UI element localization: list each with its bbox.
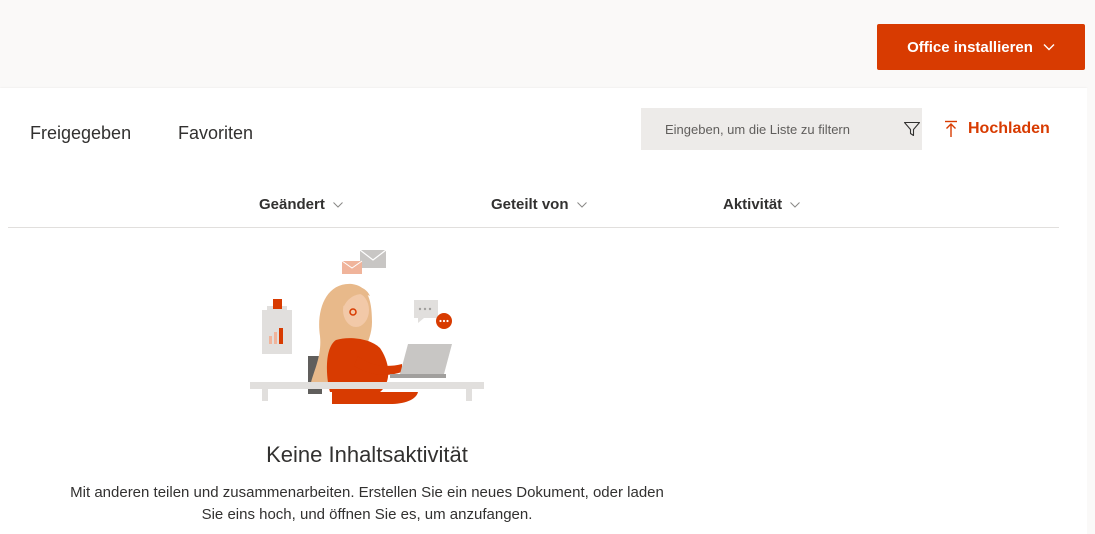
upload-button[interactable]: Hochladen [944,118,1050,140]
filter-input[interactable] [665,121,903,137]
empty-state-description: Mit anderen teilen und zusammenarbeiten.… [0,482,734,526]
empty-state-line-1: Mit anderen teilen und zusammenarbeiten.… [70,484,664,501]
chevron-down-icon [790,201,801,208]
tab-shared[interactable]: Freigegeben [30,123,131,144]
column-header-activity[interactable]: Aktivität [723,196,801,213]
column-modified-label: Geändert [259,196,325,213]
chevron-down-icon [333,201,343,208]
empty-state-line-2: Sie eins hoch, und öffnen Sie es, um anz… [201,506,533,523]
tab-favorites[interactable]: Favoriten [178,123,253,144]
empty-state-title: Keine Inhaltsaktivität [266,442,468,467]
column-shared-by-label: Geteilt von [491,196,569,213]
upload-icon [945,120,957,137]
column-header-row: Geändert Geteilt von Aktivität [0,188,1060,228]
content-panel: Freigegeben Favoriten Hochladen Geändert… [0,88,1087,534]
header-divider [8,227,1059,228]
install-office-button[interactable]: Office installieren [877,24,1085,70]
column-header-modified[interactable]: Geändert [259,196,343,213]
column-header-shared-by[interactable]: Geteilt von [491,196,587,213]
install-office-label: Office installieren [907,38,1033,56]
chevron-down-icon [576,201,587,208]
scrollbar-track[interactable] [1087,88,1095,534]
empty-state-illustration [250,249,484,404]
filter-icon[interactable] [903,120,921,138]
column-activity-label: Aktivität [723,196,783,213]
chevron-down-icon [1043,44,1055,51]
filter-box[interactable] [641,108,922,150]
top-bar: Office installieren [0,0,1095,88]
upload-label: Hochladen [968,120,1050,137]
